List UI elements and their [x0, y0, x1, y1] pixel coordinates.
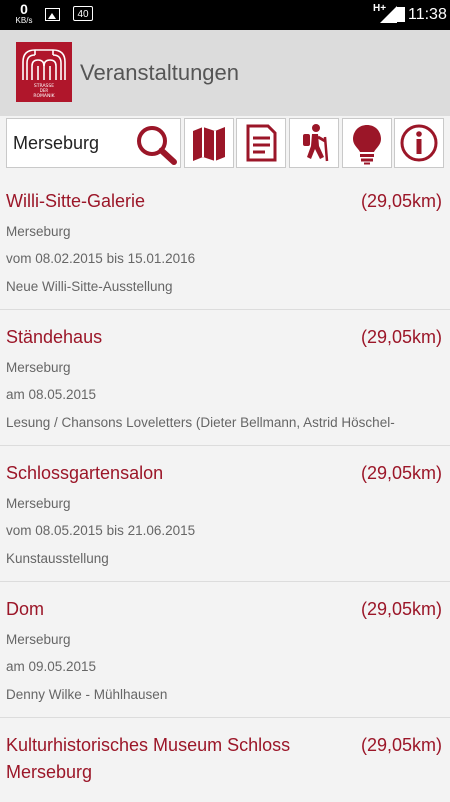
- event-title: Willi-Sitte-Galerie: [6, 191, 146, 211]
- event-list: Willi-Sitte-Galerie (29,05km) Merseburg …: [0, 174, 450, 802]
- toolbar: [0, 116, 450, 174]
- network-speed-unit: KB/s: [15, 16, 33, 25]
- event-distance: (29,05km): [360, 463, 442, 483]
- event-city: Merseburg: [6, 224, 71, 239]
- search-icon: [137, 126, 177, 165]
- battery-saver-icon: 40: [73, 6, 93, 21]
- event-description: Denny Wilke - Mühlhausen: [6, 687, 168, 702]
- event-date: vom 08.02.2015 bis 15.01.2016: [6, 251, 196, 266]
- event-distance: (29,05km): [360, 327, 442, 347]
- event-title: Schlossgartensalon: [6, 463, 164, 483]
- lightbulb-icon: [353, 125, 381, 165]
- status-bar: 0 KB/s 40 H+ 11:38: [0, 0, 450, 30]
- list-item[interactable]: Ständehaus (29,05km) Merseburg am 08.05.…: [0, 310, 450, 446]
- tips-button[interactable]: [342, 118, 392, 168]
- event-distance: (29,05km): [360, 191, 442, 211]
- network-speed: 0 KB/s: [12, 2, 36, 25]
- hiking-button[interactable]: [289, 118, 339, 168]
- map-icon: [193, 127, 225, 161]
- page-title: Veranstaltungen: [80, 60, 240, 85]
- svg-text:DER: DER: [40, 88, 49, 93]
- event-description: Neue Willi-Sitte-Ausstellung: [6, 279, 173, 294]
- list-item[interactable]: Dom (29,05km) Merseburg am 09.05.2015 De…: [0, 582, 450, 718]
- clock: 11:38: [408, 6, 447, 23]
- event-date: vom 08.05.2015 bis 21.06.2015: [6, 523, 196, 538]
- svg-text:ROMANIK: ROMANIK: [33, 93, 55, 99]
- event-distance: (29,05km): [360, 599, 442, 619]
- document-icon: [246, 124, 277, 162]
- network-speed-value: 0: [20, 1, 28, 17]
- info-button[interactable]: [394, 118, 444, 168]
- search-box: [6, 118, 181, 168]
- list-item[interactable]: Schlossgartensalon (29,05km) Merseburg v…: [0, 446, 450, 582]
- event-date: am 09.05.2015: [6, 659, 97, 674]
- app-bar: STRASSE DER ROMANIK Veranstaltungen: [0, 30, 450, 116]
- battery-icon: [397, 7, 405, 22]
- event-description: Kunstausstellung: [6, 551, 109, 566]
- event-city: Merseburg: [6, 632, 71, 647]
- event-distance: (29,05km): [360, 735, 442, 755]
- image-notification-icon: [45, 8, 60, 21]
- event-title: Kulturhistorisches Museum Schloss Merseb…: [6, 735, 291, 782]
- search-input[interactable]: [13, 133, 128, 154]
- event-city: Merseburg: [6, 360, 71, 375]
- list-item[interactable]: Kulturhistorisches Museum Schloss Merseb…: [0, 718, 450, 802]
- event-title: Dom: [6, 599, 45, 619]
- info-icon: [400, 124, 438, 162]
- event-city: Merseburg: [6, 496, 71, 511]
- romanik-logo-icon: STRASSE DER ROMANIK: [16, 42, 72, 102]
- search-button[interactable]: [132, 122, 180, 166]
- event-description: Lesung / Chansons Loveletters (Dieter Be…: [6, 415, 395, 430]
- document-button[interactable]: [236, 118, 286, 168]
- hiker-icon: [303, 124, 329, 162]
- list-item[interactable]: Willi-Sitte-Galerie (29,05km) Merseburg …: [0, 174, 450, 310]
- signal-icon: [380, 6, 397, 23]
- map-button[interactable]: [184, 118, 234, 168]
- event-date: am 08.05.2015: [6, 387, 97, 402]
- event-title: Ständehaus: [6, 327, 103, 347]
- app-logo[interactable]: STRASSE DER ROMANIK: [16, 42, 72, 102]
